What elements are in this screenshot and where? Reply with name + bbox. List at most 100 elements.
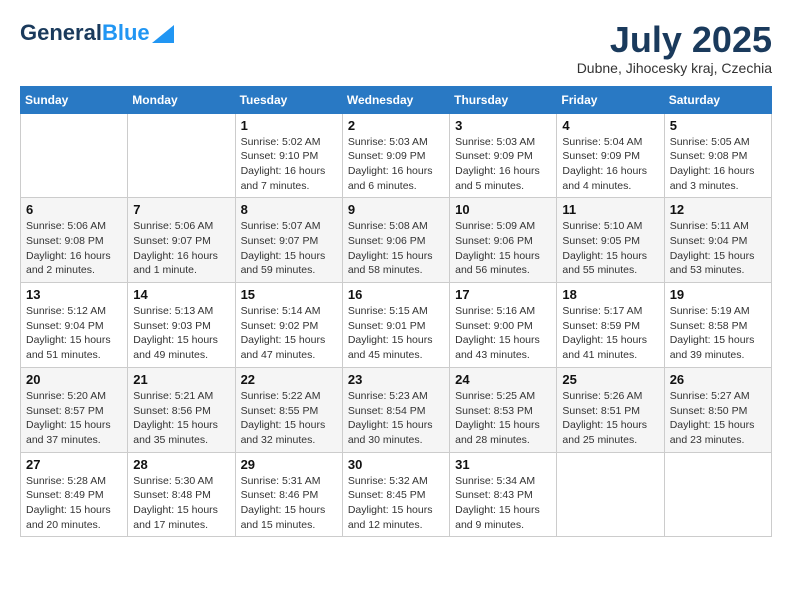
day-number: 12 <box>670 202 766 217</box>
page-header: General Blue July 2025 Dubne, Jihocesky … <box>20 20 772 76</box>
calendar-cell: 10 Sunrise: 5:09 AM Sunset: 9:06 PM Dayli… <box>450 198 557 283</box>
calendar-cell: 23 Sunrise: 5:23 AM Sunset: 8:54 PM Dayli… <box>342 367 449 452</box>
day-info: Sunrise: 5:30 AM Sunset: 8:48 PM Dayligh… <box>133 474 229 533</box>
calendar-cell: 20Sunrise: 5:20 AM Sunset: 8:57 PM Dayli… <box>21 367 128 452</box>
calendar-cell: 27Sunrise: 5:28 AM Sunset: 8:49 PM Dayli… <box>21 452 128 537</box>
day-info: Sunrise: 5:05 AM Sunset: 9:08 PM Dayligh… <box>670 135 766 194</box>
day-number: 2 <box>348 118 444 133</box>
day-number: 18 <box>562 287 658 302</box>
calendar-cell: 12Sunrise: 5:11 AM Sunset: 9:04 PM Dayli… <box>664 198 771 283</box>
day-info: Sunrise: 5:16 AM Sunset: 9:00 PM Dayligh… <box>455 304 551 363</box>
day-number: 1 <box>241 118 337 133</box>
calendar-cell: 31 Sunrise: 5:34 AM Sunset: 8:43 PM Dayli… <box>450 452 557 537</box>
calendar-cell <box>557 452 664 537</box>
calendar-cell: 2 Sunrise: 5:03 AM Sunset: 9:09 PM Daylig… <box>342 113 449 198</box>
day-info: Sunrise: 5:06 AM Sunset: 9:07 PM Dayligh… <box>133 219 229 278</box>
weekday-header: Wednesday <box>342 86 449 113</box>
day-info: Sunrise: 5:34 AM Sunset: 8:43 PM Dayligh… <box>455 474 551 533</box>
calendar-week-row: 1 Sunrise: 5:02 AM Sunset: 9:10 PM Daylig… <box>21 113 772 198</box>
calendar-cell: 24 Sunrise: 5:25 AM Sunset: 8:53 PM Dayli… <box>450 367 557 452</box>
day-number: 29 <box>241 457 337 472</box>
day-info: Sunrise: 5:25 AM Sunset: 8:53 PM Dayligh… <box>455 389 551 448</box>
calendar-cell: 30Sunrise: 5:32 AM Sunset: 8:45 PM Dayli… <box>342 452 449 537</box>
weekday-header: Monday <box>128 86 235 113</box>
weekday-header: Friday <box>557 86 664 113</box>
calendar-cell: 7 Sunrise: 5:06 AM Sunset: 9:07 PM Daylig… <box>128 198 235 283</box>
day-number: 10 <box>455 202 551 217</box>
weekday-header: Thursday <box>450 86 557 113</box>
day-number: 26 <box>670 372 766 387</box>
day-number: 22 <box>241 372 337 387</box>
day-info: Sunrise: 5:31 AM Sunset: 8:46 PM Dayligh… <box>241 474 337 533</box>
day-number: 15 <box>241 287 337 302</box>
day-info: Sunrise: 5:17 AM Sunset: 8:59 PM Dayligh… <box>562 304 658 363</box>
day-number: 19 <box>670 287 766 302</box>
calendar-table: SundayMondayTuesdayWednesdayThursdayFrid… <box>20 86 772 538</box>
calendar-cell: 16Sunrise: 5:15 AM Sunset: 9:01 PM Dayli… <box>342 283 449 368</box>
weekday-header: Saturday <box>664 86 771 113</box>
day-number: 21 <box>133 372 229 387</box>
day-number: 11 <box>562 202 658 217</box>
logo-arrow-icon <box>152 25 174 43</box>
calendar-week-row: 13 Sunrise: 5:12 AM Sunset: 9:04 PM Dayli… <box>21 283 772 368</box>
day-info: Sunrise: 5:28 AM Sunset: 8:49 PM Dayligh… <box>26 474 122 533</box>
calendar-cell: 8Sunrise: 5:07 AM Sunset: 9:07 PM Daylig… <box>235 198 342 283</box>
calendar-week-row: 27Sunrise: 5:28 AM Sunset: 8:49 PM Dayli… <box>21 452 772 537</box>
day-info: Sunrise: 5:13 AM Sunset: 9:03 PM Dayligh… <box>133 304 229 363</box>
day-info: Sunrise: 5:23 AM Sunset: 8:54 PM Dayligh… <box>348 389 444 448</box>
day-info: Sunrise: 5:04 AM Sunset: 9:09 PM Dayligh… <box>562 135 658 194</box>
day-info: Sunrise: 5:06 AM Sunset: 9:08 PM Dayligh… <box>26 219 122 278</box>
calendar-cell: 29 Sunrise: 5:31 AM Sunset: 8:46 PM Dayli… <box>235 452 342 537</box>
calendar-cell: 1 Sunrise: 5:02 AM Sunset: 9:10 PM Daylig… <box>235 113 342 198</box>
day-info: Sunrise: 5:02 AM Sunset: 9:10 PM Dayligh… <box>241 135 337 194</box>
day-info: Sunrise: 5:26 AM Sunset: 8:51 PM Dayligh… <box>562 389 658 448</box>
calendar-cell: 3 Sunrise: 5:03 AM Sunset: 9:09 PM Daylig… <box>450 113 557 198</box>
calendar-cell: 6 Sunrise: 5:06 AM Sunset: 9:08 PM Daylig… <box>21 198 128 283</box>
month-title: July 2025 <box>577 20 772 60</box>
calendar-week-row: 6 Sunrise: 5:06 AM Sunset: 9:08 PM Daylig… <box>21 198 772 283</box>
day-number: 28 <box>133 457 229 472</box>
calendar-cell: 18 Sunrise: 5:17 AM Sunset: 8:59 PM Dayli… <box>557 283 664 368</box>
logo: General Blue <box>20 20 174 46</box>
calendar-cell: 26Sunrise: 5:27 AM Sunset: 8:50 PM Dayli… <box>664 367 771 452</box>
day-number: 23 <box>348 372 444 387</box>
day-number: 25 <box>562 372 658 387</box>
calendar-cell: 5 Sunrise: 5:05 AM Sunset: 9:08 PM Daylig… <box>664 113 771 198</box>
day-info: Sunrise: 5:20 AM Sunset: 8:57 PM Dayligh… <box>26 389 122 448</box>
weekday-header: Tuesday <box>235 86 342 113</box>
weekday-header: Sunday <box>21 86 128 113</box>
day-number: 31 <box>455 457 551 472</box>
logo-blue: Blue <box>102 20 150 46</box>
calendar-cell: 17Sunrise: 5:16 AM Sunset: 9:00 PM Dayli… <box>450 283 557 368</box>
day-info: Sunrise: 5:14 AM Sunset: 9:02 PM Dayligh… <box>241 304 337 363</box>
calendar-cell: 9Sunrise: 5:08 AM Sunset: 9:06 PM Daylig… <box>342 198 449 283</box>
calendar-cell: 15 Sunrise: 5:14 AM Sunset: 9:02 PM Dayli… <box>235 283 342 368</box>
calendar-cell: 13 Sunrise: 5:12 AM Sunset: 9:04 PM Dayli… <box>21 283 128 368</box>
day-info: Sunrise: 5:09 AM Sunset: 9:06 PM Dayligh… <box>455 219 551 278</box>
day-number: 8 <box>241 202 337 217</box>
day-info: Sunrise: 5:08 AM Sunset: 9:06 PM Dayligh… <box>348 219 444 278</box>
calendar-week-row: 20Sunrise: 5:20 AM Sunset: 8:57 PM Dayli… <box>21 367 772 452</box>
calendar-cell: 14Sunrise: 5:13 AM Sunset: 9:03 PM Dayli… <box>128 283 235 368</box>
location-text: Dubne, Jihocesky kraj, Czechia <box>577 60 772 76</box>
day-number: 13 <box>26 287 122 302</box>
calendar-cell: 22Sunrise: 5:22 AM Sunset: 8:55 PM Dayli… <box>235 367 342 452</box>
day-info: Sunrise: 5:03 AM Sunset: 9:09 PM Dayligh… <box>348 135 444 194</box>
calendar-cell <box>128 113 235 198</box>
day-info: Sunrise: 5:03 AM Sunset: 9:09 PM Dayligh… <box>455 135 551 194</box>
day-number: 6 <box>26 202 122 217</box>
day-info: Sunrise: 5:21 AM Sunset: 8:56 PM Dayligh… <box>133 389 229 448</box>
calendar-cell <box>664 452 771 537</box>
day-info: Sunrise: 5:10 AM Sunset: 9:05 PM Dayligh… <box>562 219 658 278</box>
day-number: 3 <box>455 118 551 133</box>
day-info: Sunrise: 5:12 AM Sunset: 9:04 PM Dayligh… <box>26 304 122 363</box>
calendar-cell: 21 Sunrise: 5:21 AM Sunset: 8:56 PM Dayli… <box>128 367 235 452</box>
day-number: 7 <box>133 202 229 217</box>
weekday-header-row: SundayMondayTuesdayWednesdayThursdayFrid… <box>21 86 772 113</box>
logo-general: General <box>20 20 102 46</box>
day-number: 5 <box>670 118 766 133</box>
title-block: July 2025 Dubne, Jihocesky kraj, Czechia <box>577 20 772 76</box>
day-number: 24 <box>455 372 551 387</box>
calendar-cell: 28 Sunrise: 5:30 AM Sunset: 8:48 PM Dayli… <box>128 452 235 537</box>
day-info: Sunrise: 5:32 AM Sunset: 8:45 PM Dayligh… <box>348 474 444 533</box>
